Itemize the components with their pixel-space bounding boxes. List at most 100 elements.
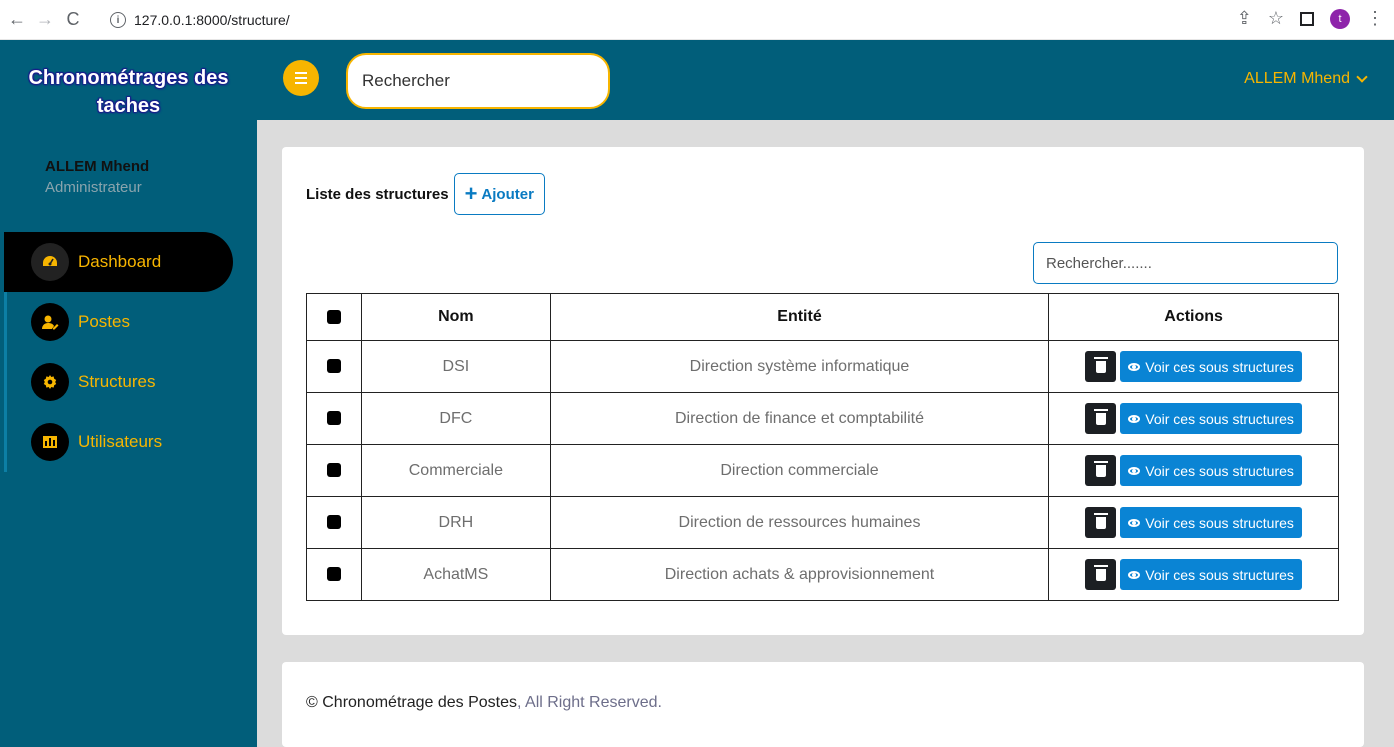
row-checkbox-cell [306,548,362,601]
view-button-label: Voir ces sous structures [1145,410,1294,427]
card-header: Liste des structures + Ajouter [306,173,545,215]
sidebar-item-label: Utilisateurs [78,432,163,451]
delete-button[interactable] [1085,455,1117,486]
row-checkbox[interactable] [326,567,341,582]
chart-bar-icon [31,423,69,461]
column-header-entite: Entité [549,293,1050,341]
footer: © Chronométrage des Postes, All Right Re… [282,662,1364,747]
reload-icon[interactable]: C [62,9,84,31]
sidebar-item-dashboard[interactable]: Dashboard [4,232,233,292]
row-checkbox[interactable] [326,463,341,478]
browser-toolbar: ← → C i 127.0.0.1:8000/structure/ ⇪ ☆ t … [0,0,1394,40]
menu-toggle-button[interactable] [283,60,319,96]
cell-nom: AchatMS [360,548,551,601]
view-substructures-button[interactable]: Voir ces sous structures [1120,403,1302,434]
delete-button[interactable] [1085,507,1117,538]
kebab-menu-icon[interactable]: ⋮ [1366,8,1384,29]
row-checkbox-cell [306,444,362,497]
column-header-nom: Nom [360,293,551,341]
table-row: AchatMS Direction achats & approvisionne… [306,548,1339,601]
address-bar[interactable]: i 127.0.0.1:8000/structure/ [110,6,290,34]
cell-actions: Voir ces sous structures [1048,444,1339,497]
delete-button[interactable] [1085,403,1117,434]
table-row: DFC Direction de finance et comptabilité… [306,392,1339,445]
footer-text: © Chronométrage des Postes, All Right Re… [306,694,662,712]
add-button-label: Ajouter [481,185,534,203]
cell-actions: Voir ces sous structures [1048,392,1339,445]
url-text: 127.0.0.1:8000/structure/ [134,12,290,28]
table-row: Commerciale Direction commerciale Voir c… [306,444,1339,497]
user-edit-icon [31,303,69,341]
trash-icon [1093,460,1108,477]
view-button-label: Voir ces sous structures [1145,462,1294,479]
eye-icon [1128,362,1141,371]
star-icon[interactable]: ☆ [1268,8,1284,29]
back-icon[interactable]: ← [6,9,28,31]
user-menu[interactable]: ALLEM Mhend [1244,70,1368,88]
select-all-checkbox-cell [306,293,362,341]
user-menu-label: ALLEM Mhend [1244,70,1350,87]
cell-entite: Direction commerciale [549,444,1050,497]
app-brand[interactable]: Chronométrages des taches [0,64,257,120]
structures-card: Liste des structures + Ajouter Nom Entit… [282,147,1364,635]
sidebar-user-name: ALLEM Mhend [45,158,150,175]
top-search-input[interactable] [346,53,610,109]
eye-icon [1128,466,1141,475]
row-checkbox[interactable] [326,411,341,426]
sidebar: Chronométrages des taches ALLEM Mhend Ad… [0,40,257,747]
trash-icon [1093,564,1108,581]
delete-button[interactable] [1085,559,1117,590]
row-checkbox-cell [306,496,362,549]
eye-icon [1128,570,1141,579]
view-substructures-button[interactable]: Voir ces sous structures [1120,507,1302,538]
cell-nom: Commerciale [360,444,551,497]
row-checkbox[interactable] [326,515,341,530]
cell-nom: DRH [360,496,551,549]
row-checkbox-cell [306,392,362,445]
view-button-label: Voir ces sous structures [1145,358,1294,375]
sidebar-item-label: Postes [78,312,130,331]
hamburger-icon [295,72,307,74]
structures-table: Nom Entité Actions DSI Direction système… [306,293,1339,601]
cell-actions: Voir ces sous structures [1048,496,1339,549]
sidebar-item-label: Structures [78,372,156,391]
view-button-label: Voir ces sous structures [1145,514,1294,531]
footer-rights: , All Right Reserved. [517,694,662,711]
delete-button[interactable] [1085,351,1117,382]
gear-icon [31,363,69,401]
cell-actions: Voir ces sous structures [1048,548,1339,601]
footer-copyright[interactable]: © Chronométrage des Postes [306,694,517,711]
add-structure-button[interactable]: + Ajouter [453,173,545,215]
view-substructures-button[interactable]: Voir ces sous structures [1120,351,1302,382]
table-row: DSI Direction système informatique Voir … [306,340,1339,393]
profile-avatar[interactable]: t [1330,8,1350,29]
table-search-input[interactable] [1033,242,1338,284]
forward-icon[interactable]: → [34,9,56,31]
share-icon[interactable]: ⇪ [1237,8,1252,29]
trash-icon [1093,356,1108,373]
cell-nom: DFC [360,392,551,445]
cell-entite: Direction achats & approvisionnement [549,548,1050,601]
cell-actions: Voir ces sous structures [1048,340,1339,393]
page-title: Liste des structures [306,185,449,203]
view-substructures-button[interactable]: Voir ces sous structures [1120,559,1302,590]
row-checkbox-cell [306,340,362,393]
sidepanel-icon[interactable] [1300,11,1314,26]
eye-icon [1128,414,1141,423]
view-substructures-button[interactable]: Voir ces sous structures [1120,455,1302,486]
row-checkbox[interactable] [326,359,341,374]
sidebar-item-structures[interactable]: Structures [4,352,233,412]
table-header-row: Nom Entité Actions [306,293,1339,341]
sidebar-user-role: Administrateur [45,179,142,196]
trash-icon [1093,512,1108,529]
cell-entite: Direction système informatique [549,340,1050,393]
column-header-actions: Actions [1048,293,1339,341]
cell-entite: Direction de finance et comptabilité [549,392,1050,445]
sidebar-item-utilisateurs[interactable]: Utilisateurs [4,412,233,472]
eye-icon [1128,518,1141,527]
select-all-checkbox[interactable] [326,309,341,324]
sidebar-item-postes[interactable]: Postes [4,292,233,352]
info-icon[interactable]: i [110,12,126,28]
table-row: DRH Direction de ressources humaines Voi… [306,496,1339,549]
sidebar-user: ALLEM Mhend Administrateur [45,158,149,196]
